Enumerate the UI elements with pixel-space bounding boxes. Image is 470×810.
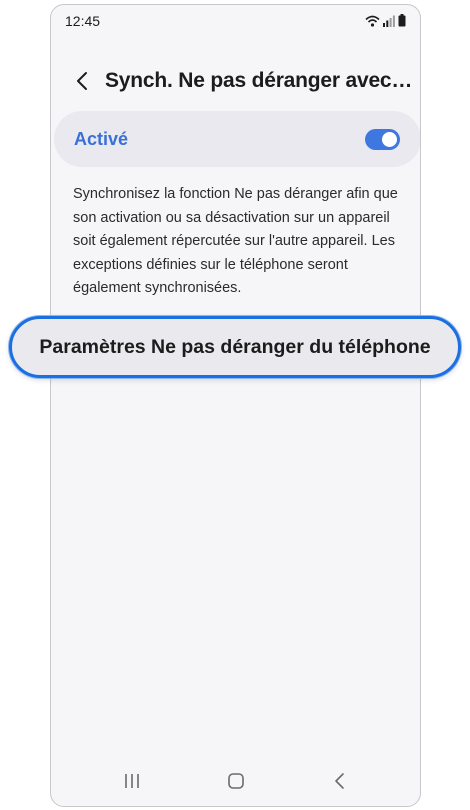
phone-dnd-settings-button[interactable]: Paramètres Ne pas déranger du téléphone xyxy=(9,316,461,378)
description-text: Synchronisez la fonction Ne pas déranger… xyxy=(73,186,398,296)
battery-icon xyxy=(398,14,406,27)
toggle-switch[interactable] xyxy=(365,129,400,150)
status-time: 12:45 xyxy=(65,13,101,29)
settings-link-label: Paramètres Ne pas déranger du téléphone xyxy=(39,335,431,358)
chevron-left-icon[interactable] xyxy=(73,69,93,93)
status-icons xyxy=(365,14,406,27)
navigation-bar xyxy=(51,756,420,806)
home-icon[interactable] xyxy=(227,772,245,790)
title-bar: Synch. Ne pas déranger avec… xyxy=(51,61,420,101)
wifi-icon xyxy=(365,15,380,27)
back-icon[interactable] xyxy=(331,771,349,791)
page-title: Synch. Ne pas déranger avec… xyxy=(105,69,413,92)
toggle-knob xyxy=(382,132,397,147)
master-toggle-row[interactable]: Activé xyxy=(54,111,420,167)
phone-screen: 12:45 Synch. Ne pas déranger avec… Activ… xyxy=(50,4,421,807)
toggle-label: Activé xyxy=(74,129,129,149)
recent-apps-icon[interactable] xyxy=(123,772,141,790)
signal-icon xyxy=(383,15,395,27)
status-bar: 12:45 xyxy=(51,5,420,37)
